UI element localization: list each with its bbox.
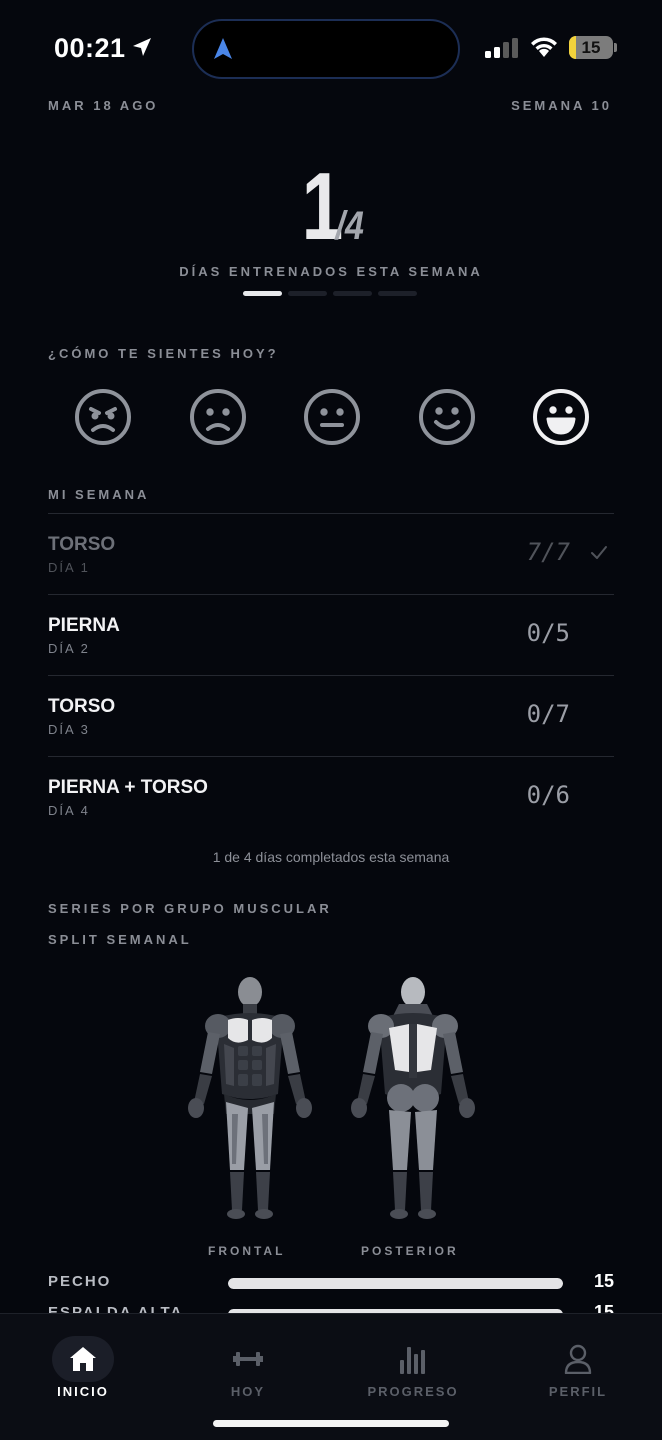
day-progress: 7/7 <box>526 538 570 566</box>
home-indicator[interactable] <box>213 1420 449 1427</box>
bar-chart-icon <box>400 1347 425 1374</box>
tab-icon-background <box>52 1336 114 1382</box>
current-week: SEMANA 10 <box>511 98 612 113</box>
progress-segment <box>378 291 417 296</box>
day-row[interactable]: PIERNA + TORSO DÍA 4 0/6 <box>48 756 614 837</box>
day-number: DÍA 4 <box>48 803 90 818</box>
week-progress-segments <box>243 291 417 296</box>
location-arrow-icon <box>133 38 151 56</box>
home-icon <box>70 1347 96 1371</box>
day-progress: 0/5 <box>526 619 570 647</box>
front-view-label: FRONTAL <box>208 1244 286 1258</box>
progress-segment <box>243 291 282 296</box>
day-progress: 0/7 <box>526 700 570 728</box>
day-name: PIERNA <box>48 615 120 636</box>
day-name: TORSO <box>48 696 116 717</box>
status-bar: 00:21 15 <box>0 0 662 92</box>
body-front-figure <box>188 977 312 1219</box>
tab-perfil[interactable]: PERFIL <box>508 1314 648 1404</box>
days-total-value: /4 <box>335 204 364 248</box>
neutral-face-icon[interactable] <box>303 388 361 446</box>
cellular-signal-icon <box>485 38 518 58</box>
tab-label: PERFIL <box>548 1384 608 1399</box>
check-icon <box>591 546 607 559</box>
smile-face-icon[interactable] <box>418 388 476 446</box>
grin-face-icon[interactable] <box>532 388 590 446</box>
muscle-series-fill <box>228 1278 563 1289</box>
series-by-muscle-title: SERIES POR GRUPO MUSCULAR <box>48 901 332 916</box>
angry-face-icon[interactable] <box>74 388 132 446</box>
tab-hoy[interactable]: HOY <box>178 1314 318 1404</box>
day-row[interactable]: TORSO DÍA 3 0/7 <box>48 675 614 756</box>
day-number: DÍA 3 <box>48 722 90 737</box>
day-number: DÍA 2 <box>48 641 90 656</box>
battery-tip <box>614 43 617 52</box>
days-trained-label: DÍAS ENTRENADOS ESTA SEMANA <box>179 264 483 279</box>
muscle-series-bar <box>228 1278 563 1289</box>
muscle-name: PECHO <box>48 1273 112 1290</box>
day-name: TORSO <box>48 534 116 555</box>
completed-days-note: 1 de 4 días completados esta semana <box>212 849 450 865</box>
wifi-icon <box>531 37 557 57</box>
progress-segment <box>288 291 327 296</box>
week-day-list: TORSO DÍA 1 7/7 PIERNA DÍA 2 0/5 TORSO D… <box>48 513 614 837</box>
progress-segment <box>333 291 372 296</box>
tab-icon-background <box>382 1336 444 1382</box>
tab-icon-background <box>547 1336 609 1382</box>
muscle-series-value: 15 <box>593 1271 614 1291</box>
user-icon <box>564 1344 592 1374</box>
muscle-row: PECHO 15 <box>48 1271 614 1297</box>
day-progress: 0/6 <box>526 781 570 809</box>
weekly-split-title: SPLIT SEMANAL <box>48 932 192 947</box>
sad-face-icon[interactable] <box>189 388 247 446</box>
day-name: PIERNA + TORSO <box>48 777 208 798</box>
day-row[interactable]: TORSO DÍA 1 7/7 <box>48 513 614 594</box>
day-row[interactable]: PIERNA DÍA 2 0/5 <box>48 594 614 675</box>
day-number: DÍA 1 <box>48 560 90 575</box>
battery-indicator: 15 <box>569 36 613 59</box>
my-week-title: MI SEMANA <box>48 487 150 502</box>
mood-title: ¿CÓMO TE SIENTES HOY? <box>48 346 279 361</box>
tab-label: PROGRESO <box>367 1384 459 1399</box>
back-view-label: POSTERIOR <box>361 1244 459 1258</box>
dynamic-island <box>192 19 460 79</box>
tab-label: INICIO <box>57 1384 109 1399</box>
current-date: MAR 18 AGO <box>48 98 159 113</box>
tab-progreso[interactable]: PROGRESO <box>343 1314 483 1404</box>
mood-selector <box>74 388 590 446</box>
dumbbell-icon <box>233 1352 263 1366</box>
tab-inicio[interactable]: INICIO <box>13 1314 153 1404</box>
navigation-icon <box>214 38 232 59</box>
body-back-figure <box>351 977 475 1219</box>
battery-percent: 15 <box>581 38 601 57</box>
days-trained-counter: 1/4 <box>0 152 662 262</box>
status-time: 00:21 <box>54 33 126 63</box>
tab-icon-background <box>217 1336 279 1382</box>
tab-label: HOY <box>230 1384 266 1399</box>
